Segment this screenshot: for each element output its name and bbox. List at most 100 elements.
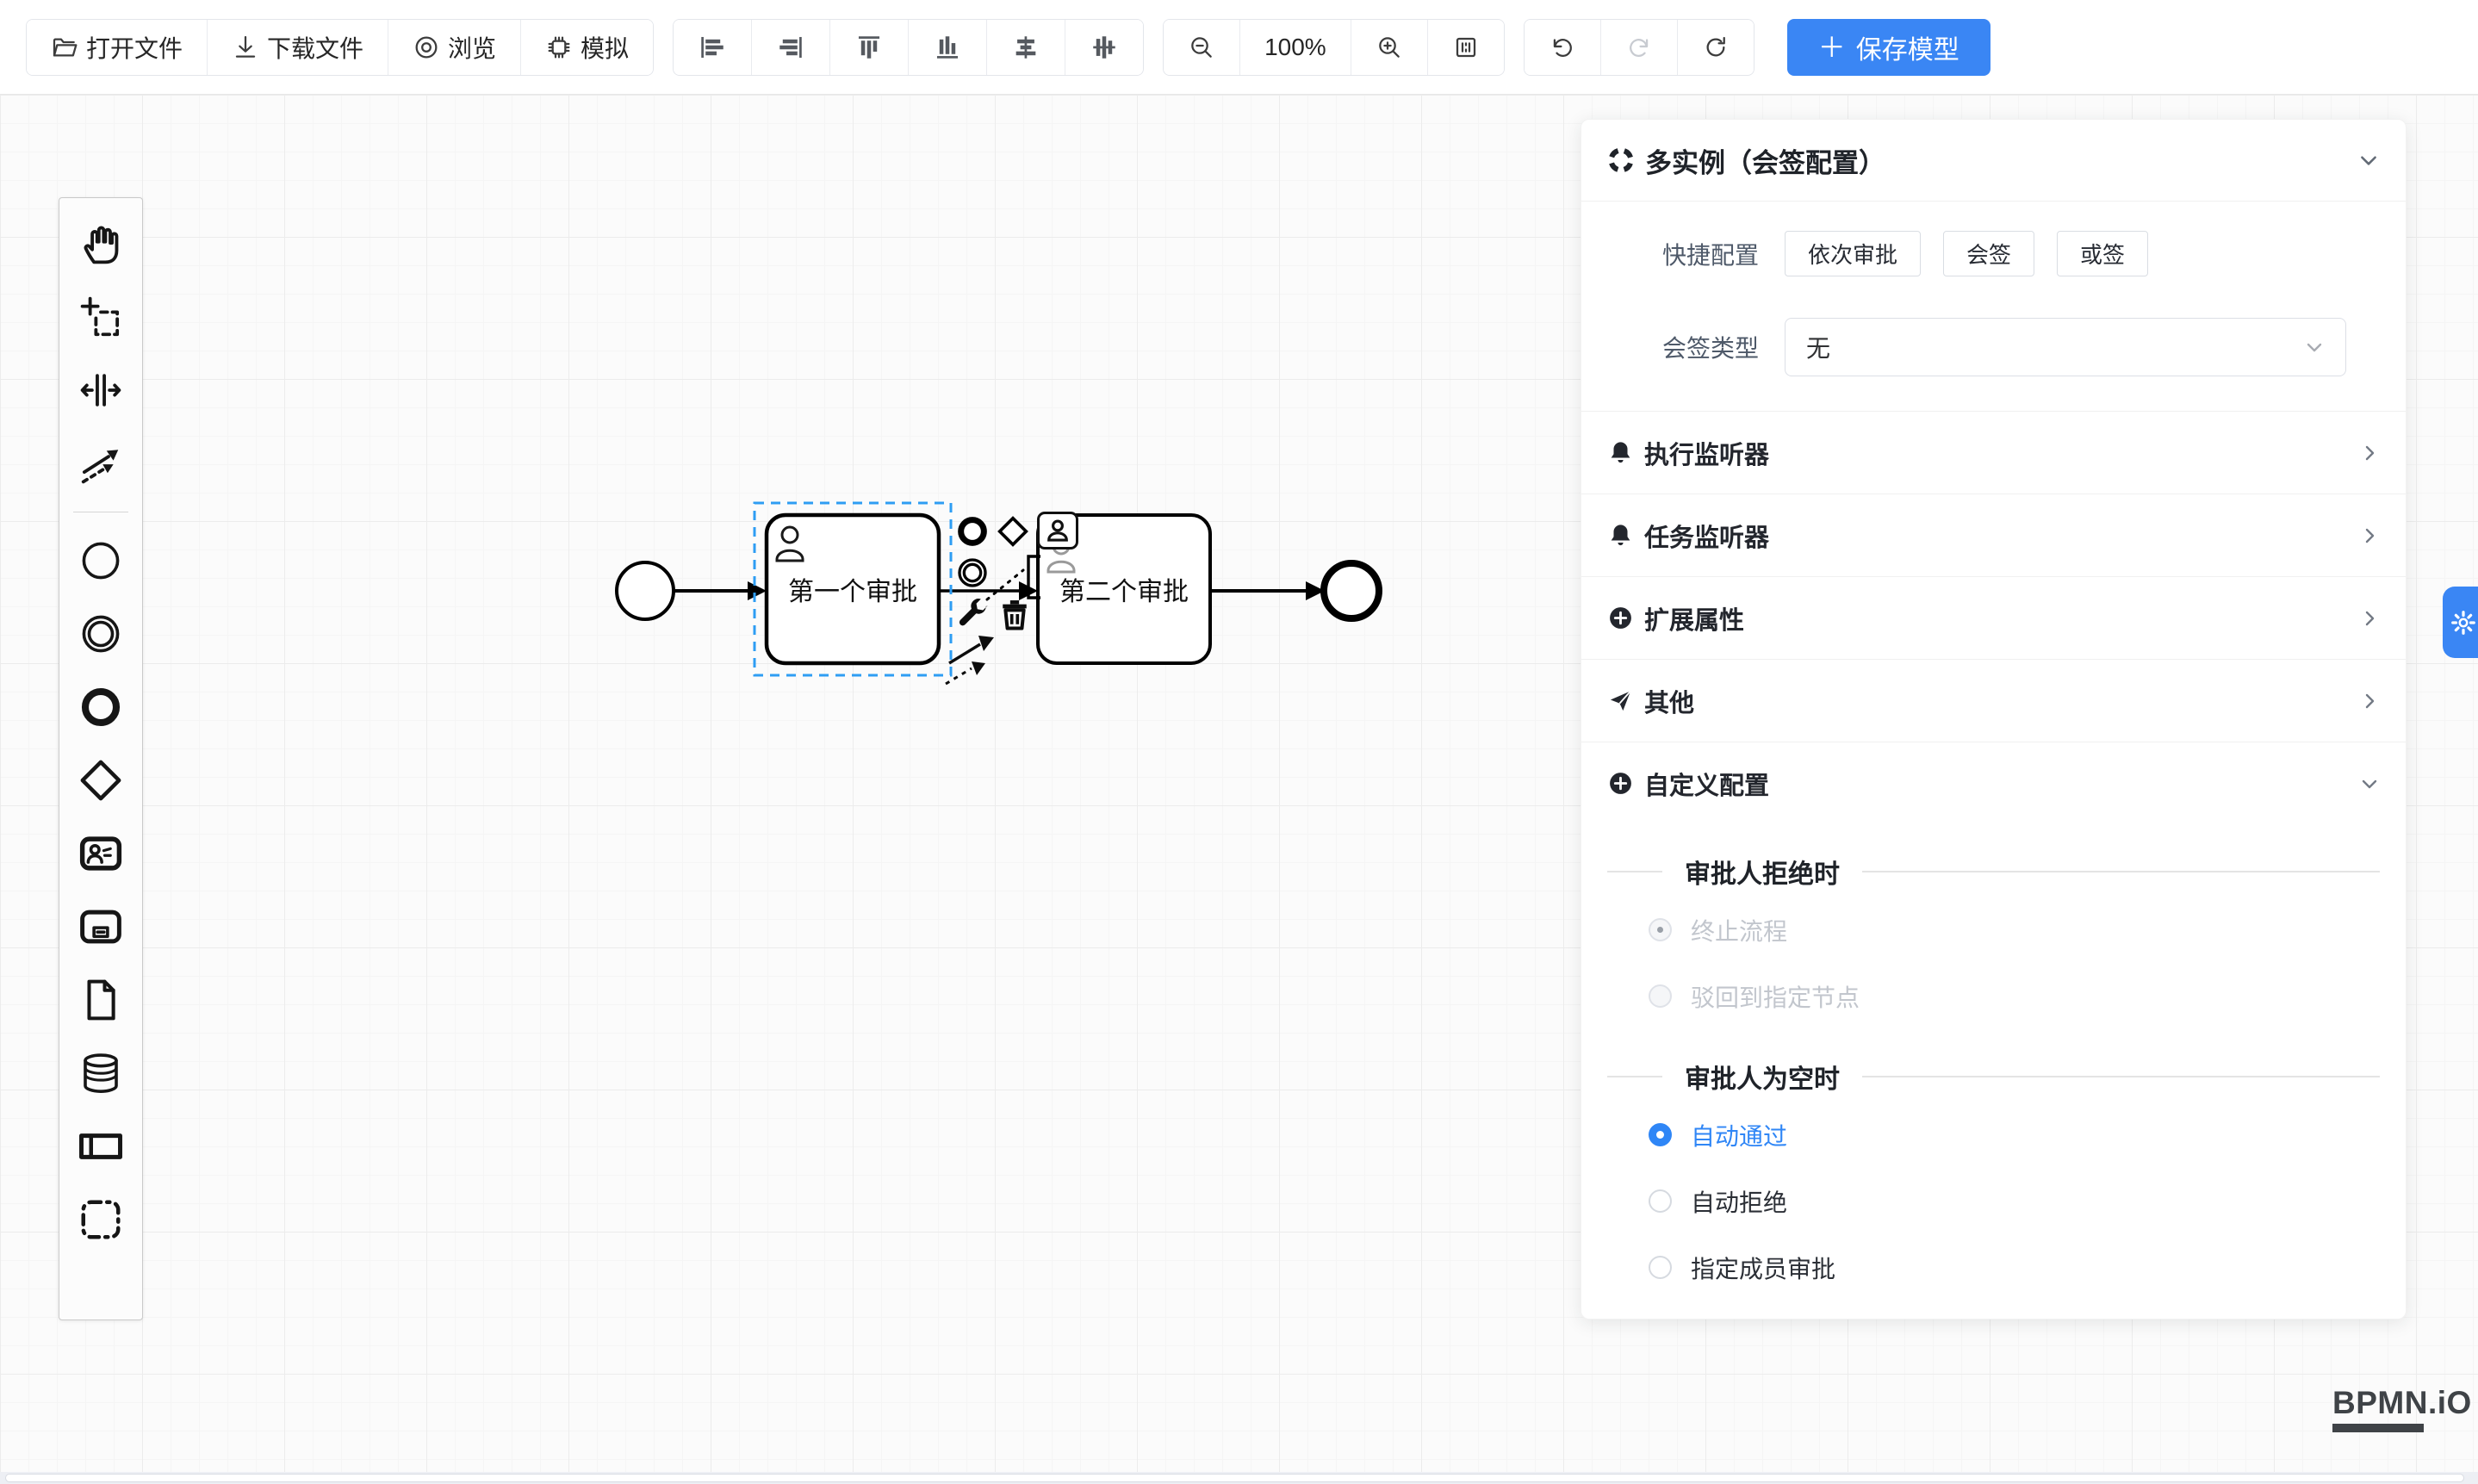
- create-user-task[interactable]: [76, 829, 126, 879]
- simulate-label: 模拟: [581, 30, 629, 65]
- chevron-down-icon[interactable]: [2357, 149, 2380, 171]
- section-custom-config[interactable]: 自定义配置: [1581, 742, 2406, 824]
- user-task-icon: [78, 830, 124, 877]
- create-gateway[interactable]: [76, 755, 126, 805]
- undo-button[interactable]: [1525, 20, 1600, 75]
- create-end-event[interactable]: [76, 682, 126, 732]
- horizontal-scrollbar-thumb[interactable]: [5, 1474, 2464, 1482]
- radio-designated-member[interactable]: 指定成员审批: [1649, 1234, 2406, 1301]
- align-center-horizontal-button[interactable]: [986, 20, 1065, 75]
- align-center-vertical-button[interactable]: [1065, 20, 1143, 75]
- simulate-button[interactable]: 模拟: [520, 20, 653, 75]
- fit-viewport-button[interactable]: [1427, 20, 1504, 75]
- empty-title: 审批人为空时: [1685, 1058, 1840, 1096]
- chevron-right-icon: [2359, 691, 2380, 711]
- zoom-out-button[interactable]: [1164, 20, 1239, 75]
- redo-button[interactable]: [1600, 20, 1677, 75]
- quick-option-orsign[interactable]: 或签: [2057, 231, 2148, 276]
- reset-button[interactable]: [1677, 20, 1754, 75]
- section-label: 执行监听器: [1644, 435, 1769, 471]
- align-right-button[interactable]: [751, 20, 829, 75]
- align-bottom-button[interactable]: [908, 20, 986, 75]
- quick-option-sequential[interactable]: 依次审批: [1785, 231, 1921, 276]
- chevron-right-icon: [2359, 443, 2380, 463]
- panel-header[interactable]: 多实例（会签配置）: [1581, 120, 2406, 201]
- chevron-down-icon: [2304, 337, 2325, 357]
- create-group[interactable]: [76, 1195, 126, 1245]
- connect-arrows-icon: [944, 634, 1003, 689]
- section-other[interactable]: 其他: [1581, 660, 2406, 742]
- user-task-icon: [1040, 514, 1076, 547]
- bpmn-io-logo-text: BPMN.iO: [2332, 1385, 2472, 1421]
- section-execution-listener[interactable]: 执行监听器: [1581, 412, 2406, 494]
- create-participant[interactable]: [76, 1121, 126, 1171]
- wrench-icon: [954, 596, 991, 632]
- create-data-store[interactable]: [76, 1048, 126, 1098]
- wrench-change-type-button[interactable]: [954, 596, 991, 632]
- quick-config-label: 快捷配置: [1662, 237, 1764, 271]
- end-event-icon: [78, 684, 124, 730]
- align-bottom-icon: [933, 33, 962, 62]
- open-file-button[interactable]: 打开文件: [27, 20, 207, 75]
- divider: [1862, 871, 2380, 872]
- start-event[interactable]: [617, 562, 674, 619]
- radio-auto-pass[interactable]: 自动通过: [1649, 1102, 2406, 1168]
- trash-delete-button[interactable]: [996, 594, 1034, 634]
- preview-button[interactable]: 浏览: [388, 20, 520, 75]
- plus-circle-icon: [1607, 770, 1634, 797]
- fit-viewport-icon: [1452, 34, 1480, 61]
- magnifier-minus-icon: [1188, 34, 1215, 61]
- user-task-1[interactable]: 第一个审批: [767, 515, 939, 663]
- task1-label: 第一个审批: [788, 578, 917, 606]
- lasso-icon: [78, 294, 124, 340]
- sign-type-select[interactable]: 无: [1785, 318, 2346, 376]
- align-button-group: [673, 19, 1144, 76]
- bell-icon: [1607, 439, 1634, 466]
- align-center-horizontal-icon: [1011, 33, 1040, 62]
- start-event-icon: [78, 537, 124, 584]
- align-left-button[interactable]: [674, 20, 751, 75]
- create-subprocess[interactable]: [76, 902, 126, 952]
- space-tool[interactable]: [76, 365, 126, 415]
- file-button-group: 打开文件 下载文件 浏览 模拟: [26, 19, 654, 76]
- end-event[interactable]: [1324, 563, 1379, 618]
- global-connect-tool[interactable]: [76, 438, 126, 488]
- radio-icon-selected: [1649, 1123, 1672, 1146]
- create-start-event[interactable]: [76, 536, 126, 586]
- append-user-task-button[interactable]: [1037, 512, 1078, 550]
- radio-return-to-node[interactable]: 驳回到指定节点: [1649, 963, 2406, 1029]
- radio-label: 驳回到指定节点: [1691, 979, 1860, 1014]
- section-label: 任务监听器: [1644, 518, 1769, 554]
- chevron-right-icon: [2359, 525, 2380, 546]
- radio-terminate-process[interactable]: 终止流程: [1649, 897, 2406, 963]
- align-top-button[interactable]: [829, 20, 908, 75]
- section-task-listener[interactable]: 任务监听器: [1581, 494, 2406, 576]
- connect-tool-button[interactable]: [944, 634, 1003, 689]
- preview-label: 浏览: [448, 30, 496, 65]
- properties-panel: 多实例（会签配置） 快捷配置 依次审批 会签 或签 会签类型 无 执行监听器 任…: [1581, 119, 2407, 1319]
- create-data-object[interactable]: [76, 975, 126, 1025]
- section-extended-attributes[interactable]: 扩展属性: [1581, 577, 2406, 659]
- plus-icon: ＋: [1818, 34, 1846, 61]
- append-end-event-button[interactable]: [955, 514, 990, 549]
- download-file-button[interactable]: 下载文件: [207, 20, 388, 75]
- radio-icon: [1649, 1256, 1672, 1279]
- hand-tool[interactable]: [76, 219, 126, 269]
- radio-icon: [1649, 1189, 1672, 1213]
- save-model-button[interactable]: ＋ 保存模型: [1787, 19, 1990, 76]
- radio-auto-reject[interactable]: 自动拒绝: [1649, 1168, 2406, 1234]
- quick-option-countersign[interactable]: 会签: [1943, 231, 2034, 276]
- multi-instance-icon: [1607, 146, 1635, 174]
- radio-label: 终止流程: [1691, 913, 1787, 947]
- zoom-in-button[interactable]: [1351, 20, 1427, 75]
- align-top-icon: [854, 33, 884, 62]
- bell-icon: [1607, 522, 1634, 549]
- tool-palette: [59, 197, 143, 1320]
- settings-tab[interactable]: [2443, 587, 2478, 658]
- create-intermediate-event[interactable]: [76, 609, 126, 659]
- append-gateway-button[interactable]: [996, 514, 1030, 549]
- lasso-tool[interactable]: [76, 292, 126, 342]
- data-object-icon: [78, 977, 124, 1023]
- horizontal-scrollbar-track[interactable]: [0, 1472, 2478, 1484]
- align-left-icon: [698, 33, 727, 62]
